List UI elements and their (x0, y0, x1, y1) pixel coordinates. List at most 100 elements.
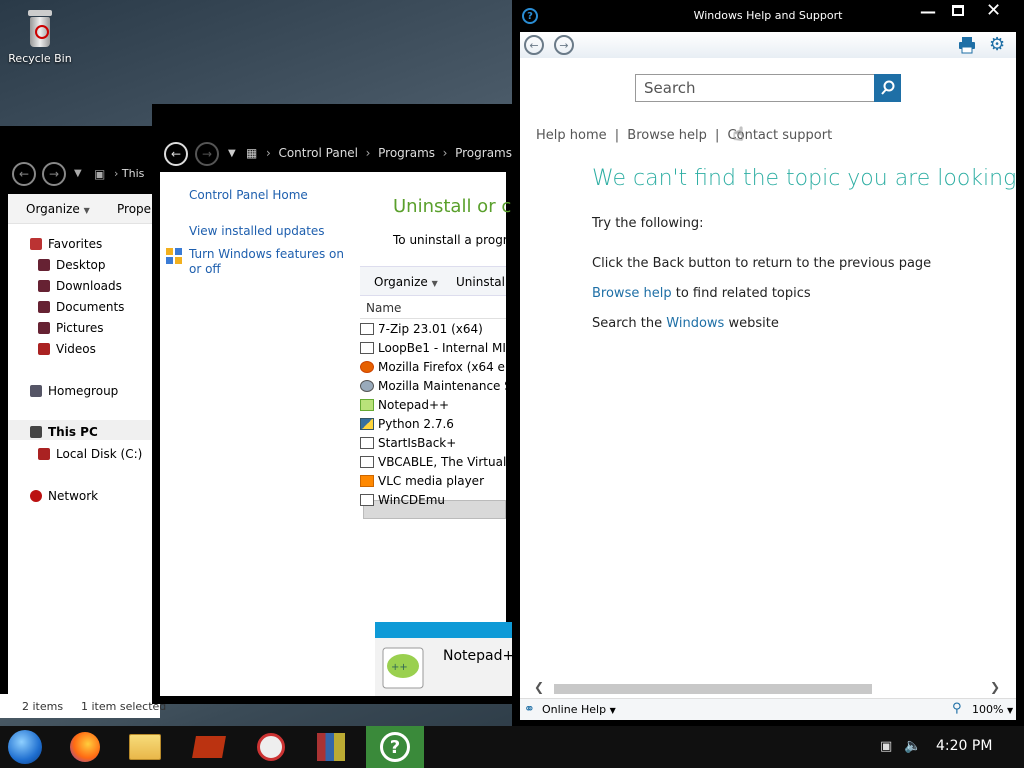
program-row[interactable]: Notepad++ (360, 396, 510, 415)
tree-videos[interactable]: Videos (38, 342, 96, 356)
folder-icon (129, 734, 161, 760)
windows-features-icon (166, 248, 182, 267)
back-arrow-icon: ← (12, 162, 36, 186)
taskbar-blocked-app[interactable] (246, 728, 296, 766)
explorer-back-button[interactable]: ← (12, 162, 36, 186)
view-installed-updates-link[interactable]: View installed updates (189, 224, 325, 238)
tree-local-disk[interactable]: Local Disk (C:) (38, 447, 142, 461)
start-button[interactable] (0, 728, 50, 766)
programs-organize-button[interactable]: Organize ▼ (374, 275, 438, 289)
column-header-name[interactable]: Name (360, 297, 506, 319)
cp-breadcrumb[interactable]: › Control Panel › Programs › Programs an… (266, 146, 538, 160)
cp-forward-button[interactable]: → (195, 142, 219, 166)
program-row[interactable]: Mozilla Firefox (x64 en-US (360, 358, 510, 377)
forward-arrow-icon: → (42, 162, 66, 186)
program-row[interactable]: VBCABLE, The Virtual Aud (360, 453, 510, 472)
notepad-plus-plus-large-icon: ++ (381, 642, 427, 690)
browse-help-line: Browse help to find related topics (592, 286, 811, 301)
volume-tray-icon[interactable]: 🔈 (904, 738, 921, 754)
help-error-title: We can't find the topic you are looking … (592, 166, 1024, 191)
homegroup-icon (30, 385, 42, 397)
try-following-text: Try the following: (592, 216, 704, 231)
tree-network[interactable]: Network (30, 489, 98, 503)
program-row[interactable]: WinCDEmu (360, 491, 510, 510)
star-icon (30, 238, 42, 250)
zoom-level[interactable]: 100% ▼ (972, 703, 1013, 716)
hand-cursor-icon: ☝ (733, 124, 744, 145)
scrollbar-thumb[interactable] (554, 684, 872, 694)
browse-help-link[interactable]: Browse help (627, 128, 707, 143)
no-symbol-icon (257, 733, 285, 761)
tree-homegroup[interactable]: Homegroup (30, 384, 118, 398)
help-nav-links: Help home | Browse help | Contact suppor… (536, 128, 833, 143)
online-help-toggle[interactable]: Online Help ▼ (542, 703, 616, 716)
installer-icon (360, 437, 374, 449)
back-arrow-icon: ← (164, 142, 188, 166)
settings-gear-icon[interactable]: ⚙ (989, 34, 1005, 55)
explorer-properties-button[interactable]: Prope (117, 202, 151, 216)
minimize-button[interactable]: — (920, 2, 936, 21)
help-home-link[interactable]: Help home (536, 128, 607, 143)
program-row[interactable]: LoopBe1 - Internal MIDI P (360, 339, 510, 358)
installer-icon (360, 342, 374, 354)
program-row[interactable]: 7-Zip 23.01 (x64) (360, 320, 510, 339)
help-search-button[interactable] (874, 74, 901, 102)
installer-icon (360, 323, 374, 335)
help-search-input[interactable]: Search (635, 74, 875, 102)
horizontal-scrollbar[interactable]: ❮ ❯ (534, 680, 1000, 696)
network-tray-icon[interactable]: ▣ (880, 739, 892, 754)
browse-help-inline-link[interactable]: Browse help (592, 286, 672, 301)
taskbar-firefox[interactable] (60, 728, 110, 766)
taskbar-winrar[interactable] (306, 728, 356, 766)
status-item-count: 2 items (22, 700, 64, 713)
taskbar-help-and-support[interactable]: ? (366, 726, 424, 768)
tree-desktop[interactable]: Desktop (38, 258, 106, 272)
help-status-bar: ⚭ Online Help ▼ ⚲ 100% ▼ (520, 698, 1016, 720)
network-icon (30, 490, 42, 502)
tree-downloads[interactable]: Downloads (38, 279, 122, 293)
cp-back-button[interactable]: ← (164, 142, 188, 166)
explorer-breadcrumb[interactable]: › This (114, 167, 144, 180)
recycle-bin-shortcut[interactable]: Recycle Bin (8, 8, 72, 65)
program-row[interactable]: StartIsBack+ (360, 434, 510, 453)
help-back-button[interactable]: ← (524, 35, 544, 55)
cp-heading: Uninstall or ch (393, 196, 523, 217)
tree-documents[interactable]: Documents (38, 300, 124, 314)
tree-pictures[interactable]: Pictures (38, 321, 104, 335)
taskbar-file-explorer[interactable] (120, 728, 170, 766)
help-and-support-window: ? Windows Help and Support — ✕ ← → ⚙ Sea… (512, 0, 1024, 726)
help-content: ← → ⚙ Search Help home | Browse help | C… (520, 32, 1024, 720)
help-forward-button[interactable]: → (554, 35, 574, 55)
desktop-icon (38, 259, 50, 271)
details-pane: ++ Notepad++ (375, 638, 526, 696)
cp-home-link[interactable]: Control Panel Home (189, 188, 308, 202)
cp-recent-dropdown-icon[interactable]: ▼ (228, 148, 236, 159)
print-button[interactable] (958, 36, 976, 57)
close-button[interactable]: ✕ (986, 0, 1001, 21)
explorer-forward-button[interactable]: → (42, 162, 66, 186)
taskbar-clock[interactable]: 4:20 PM (936, 738, 992, 754)
downloads-icon (38, 280, 50, 292)
control-panel-icon: ▦ (246, 146, 258, 160)
svg-text:++: ++ (391, 662, 408, 673)
cp-subtext: To uninstall a program (393, 233, 527, 247)
computer-icon (30, 426, 42, 438)
tree-favorites[interactable]: Favorites (30, 237, 102, 251)
taskbar: ? ▣ 🔈 4:20 PM (0, 726, 1024, 768)
firefox-icon (70, 732, 100, 762)
search-windows-line: Search the Windows website (592, 316, 779, 331)
explorer-organize-button[interactable]: Organize ▼ (26, 202, 90, 216)
dropdown-caret-icon: ▼ (609, 706, 616, 715)
windows-features-link[interactable]: Turn Windows features on or off (189, 247, 349, 277)
tree-this-pc[interactable]: This PC (30, 425, 98, 439)
scroll-right-icon[interactable]: ❯ (990, 680, 1000, 694)
maximize-button[interactable] (952, 5, 964, 16)
program-row[interactable]: VLC media player (360, 472, 510, 491)
windows-website-link[interactable]: Windows (666, 316, 724, 331)
printer-icon (959, 37, 975, 54)
scroll-left-icon[interactable]: ❮ (534, 680, 544, 694)
program-row[interactable]: Mozilla Maintenance Servi (360, 377, 510, 396)
recent-locations-icon[interactable]: ▼ (74, 168, 82, 179)
program-row[interactable]: Python 2.7.6 (360, 415, 510, 434)
taskbar-media-app[interactable] (184, 728, 234, 766)
